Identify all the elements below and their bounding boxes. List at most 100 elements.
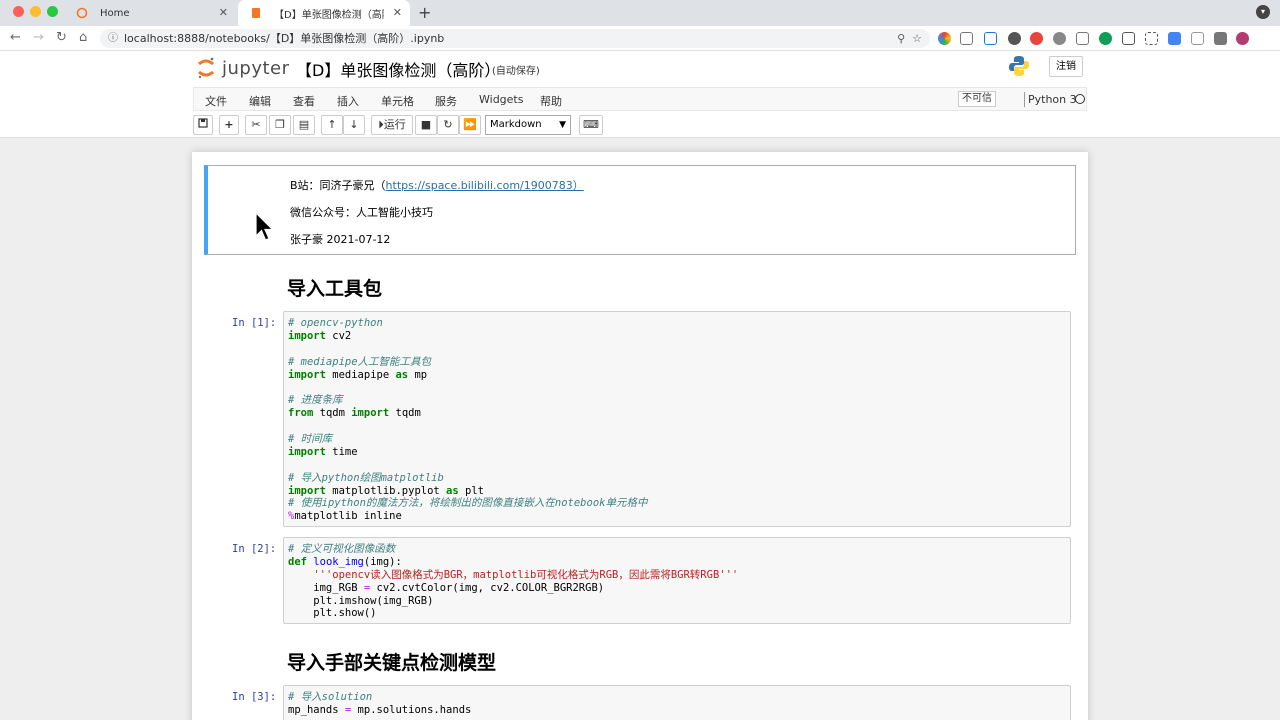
menu-cell[interactable]: 单元格 — [381, 93, 414, 109]
heading-import-hand-model[interactable]: 导入手部关键点检测模型 — [287, 648, 496, 675]
intro-line-wechat: 微信公众号：人工智能小技巧 — [290, 206, 433, 219]
browser-toolbar: ← → ↻ ⌂ ⓘ localhost:8888/notebooks/【D】单张… — [0, 26, 1280, 51]
move-down-button[interactable]: ↓ — [343, 115, 365, 135]
home-icon[interactable]: ⌂ — [79, 30, 87, 45]
browser-tab-bar: Home ✕ 【D】单张图像检测（高阶） - J ✕ + ▾ — [0, 0, 1280, 26]
jupyter-logo-icon — [198, 57, 214, 79]
code-line: import time — [288, 445, 358, 458]
jupyter-header: jupyter 【D】单张图像检测（高阶） (自动保存) 注销 文件 编辑 查看… — [0, 51, 1280, 138]
cell-type-value: Markdown — [490, 119, 542, 130]
bilibili-link[interactable]: https://space.bilibili.com/1900783） — [386, 179, 584, 192]
extension-icon[interactable] — [1145, 32, 1158, 45]
paste-button[interactable]: ▤ — [293, 115, 315, 135]
extension-icon[interactable] — [960, 32, 973, 45]
extension-icon[interactable] — [1214, 32, 1227, 45]
info-icon: ⓘ — [108, 33, 118, 44]
code-line: # 进度条库 — [288, 394, 343, 407]
extension-icon[interactable] — [1053, 32, 1066, 45]
copy-button[interactable]: ❐ — [269, 115, 291, 135]
chevron-down-icon[interactable]: ▾ — [1256, 5, 1270, 19]
heading-import-tools[interactable]: 导入工具包 — [287, 274, 382, 301]
reload-icon[interactable]: ↻ — [56, 30, 67, 45]
extension-icon[interactable] — [1008, 32, 1021, 45]
minimize-window-button[interactable] — [30, 6, 41, 17]
url-text: localhost:8888/notebooks/【D】单张图像检测（高阶）.i… — [124, 32, 445, 45]
run-button[interactable]: ⏵运行 — [371, 115, 413, 135]
menu-view[interactable]: 查看 — [293, 93, 315, 109]
command-palette-button[interactable]: ⌨ — [579, 115, 603, 135]
cut-button[interactable]: ✂ — [245, 115, 267, 135]
restart-run-all-button[interactable]: ⏩ — [459, 115, 481, 135]
code-cell-1[interactable]: # opencv-python import cv2 # mediapipe人工… — [283, 311, 1071, 527]
logout-button[interactable]: 注销 — [1049, 56, 1083, 77]
kernel-status-icon — [1075, 94, 1085, 104]
code-line: import cv2 — [288, 329, 352, 342]
extension-icon[interactable] — [1099, 32, 1112, 45]
code-line: # 时间库 — [288, 433, 333, 446]
extension-icon[interactable] — [938, 32, 951, 45]
profile-avatar[interactable] — [1236, 32, 1249, 45]
arrow-up-icon: ↑ — [327, 118, 337, 131]
new-tab-icon[interactable]: + — [418, 3, 431, 22]
menu-insert[interactable]: 插入 — [337, 93, 359, 109]
extension-icon[interactable] — [1191, 32, 1204, 45]
paste-icon: ▤ — [298, 118, 310, 131]
close-icon[interactable]: ✕ — [219, 6, 228, 19]
extension-icon[interactable] — [1030, 32, 1043, 45]
menu-help[interactable]: 帮助 — [540, 93, 562, 109]
extension-icon[interactable] — [1122, 32, 1135, 45]
copy-icon: ❐ — [275, 118, 285, 131]
code-line: # mediapipe人工智能工具包 — [288, 355, 432, 368]
run-label: 运行 — [383, 118, 406, 131]
maximize-window-button[interactable] — [47, 6, 58, 17]
tab-home[interactable]: Home ✕ — [64, 0, 236, 26]
extension-icon[interactable] — [1076, 32, 1089, 45]
extension-icon[interactable] — [1168, 32, 1181, 45]
scissors-icon: ✂ — [251, 118, 261, 131]
close-icon[interactable]: ✕ — [393, 6, 402, 19]
jupyter-logo-text: jupyter — [222, 57, 290, 79]
forward-icon[interactable]: → — [33, 30, 44, 45]
markdown-cell-selected[interactable]: B站：同济子豪兄（https://space.bilibili.com/1900… — [204, 165, 1076, 255]
menu-kernel[interactable]: 服务 — [435, 93, 457, 109]
save-button[interactable] — [193, 115, 213, 135]
notebook-title[interactable]: 【D】单张图像检测（高阶） — [296, 57, 500, 81]
cell-prompt: In [1]: — [232, 317, 277, 329]
code-cell-2[interactable]: # 定义可视化图像函数 def look_img(img): '''opencv… — [283, 537, 1071, 624]
menu-widgets[interactable]: Widgets — [479, 93, 523, 106]
code-line: import matplotlib.pyplot as plt — [288, 484, 484, 497]
notebook-container: B站：同济子豪兄（https://space.bilibili.com/1900… — [192, 152, 1088, 720]
notebook-favicon-icon — [252, 8, 260, 18]
code-line: mp_hands = mp.solutions.hands — [288, 703, 472, 716]
back-icon[interactable]: ← — [10, 30, 21, 45]
code-line: import mediapipe as mp — [288, 368, 428, 381]
move-up-button[interactable]: ↑ — [321, 115, 343, 135]
code-line: %matplotlib inline — [288, 510, 402, 523]
jupyter-logo[interactable]: jupyter — [196, 56, 290, 80]
autosave-status: (自动保存) — [492, 66, 540, 77]
divider — [1024, 92, 1025, 107]
cell-type-select[interactable]: Markdown ▼ — [485, 115, 571, 135]
address-bar[interactable]: ⓘ localhost:8888/notebooks/【D】单张图像检测（高阶）… — [100, 29, 930, 48]
intro-line-bilibili: B站：同济子豪兄（https://space.bilibili.com/1900… — [290, 177, 584, 193]
not-trusted-badge[interactable]: 不可信 — [958, 91, 996, 107]
tab-notebook[interactable]: 【D】单张图像检测（高阶） - J ✕ — [238, 0, 410, 26]
close-window-button[interactable] — [13, 6, 24, 17]
interrupt-button[interactable]: ■ — [415, 115, 437, 135]
bookmark-star-icon[interactable]: ⚲ ☆ — [897, 29, 922, 48]
cell-prompt: In [2]: — [232, 543, 277, 555]
code-line: def look_img(img): — [288, 555, 402, 568]
code-cell-3[interactable]: # 导入solution mp_hands = mp.solutions.han… — [283, 685, 1071, 720]
menu-edit[interactable]: 编辑 — [249, 93, 271, 109]
keyboard-icon: ⌨ — [583, 118, 599, 131]
plus-icon: + — [224, 118, 234, 131]
restart-button[interactable]: ↻ — [437, 115, 459, 135]
menu-file[interactable]: 文件 — [205, 93, 227, 109]
jupyter-favicon-icon — [76, 7, 88, 19]
extension-icon[interactable] — [984, 32, 997, 45]
menu-bar: 文件 编辑 查看 插入 单元格 服务 Widgets 帮助 不可信 Python… — [193, 87, 1087, 111]
insert-cell-button[interactable]: + — [219, 115, 239, 135]
